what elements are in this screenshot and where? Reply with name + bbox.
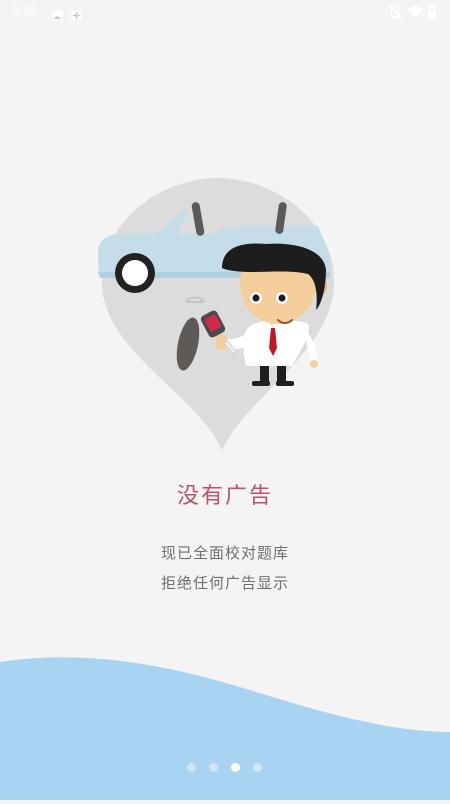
page-dot-3[interactable] — [231, 763, 240, 772]
wifi-icon — [408, 4, 423, 23]
page-dot-1[interactable] — [187, 763, 196, 772]
slide-line-2: 拒绝任何广告显示 — [160, 574, 289, 592]
bottom-wave — [0, 640, 450, 800]
page-indicator — [0, 762, 450, 774]
status-bar: 3:56 — [0, 0, 450, 24]
vibrate-off-icon — [388, 4, 402, 23]
man-with-car-key-illustration — [96, 176, 340, 454]
slide-line-1: 现已全面校对题库 — [160, 544, 289, 562]
battery-icon — [428, 4, 436, 23]
status-time: 3:56 — [12, 3, 38, 18]
gallery-icon — [52, 6, 63, 25]
page-dot-4[interactable] — [253, 763, 262, 772]
notification-plus-icon — [71, 6, 82, 25]
slide-headline: 没有广告 — [176, 484, 273, 509]
page-dot-2[interactable] — [209, 763, 218, 772]
